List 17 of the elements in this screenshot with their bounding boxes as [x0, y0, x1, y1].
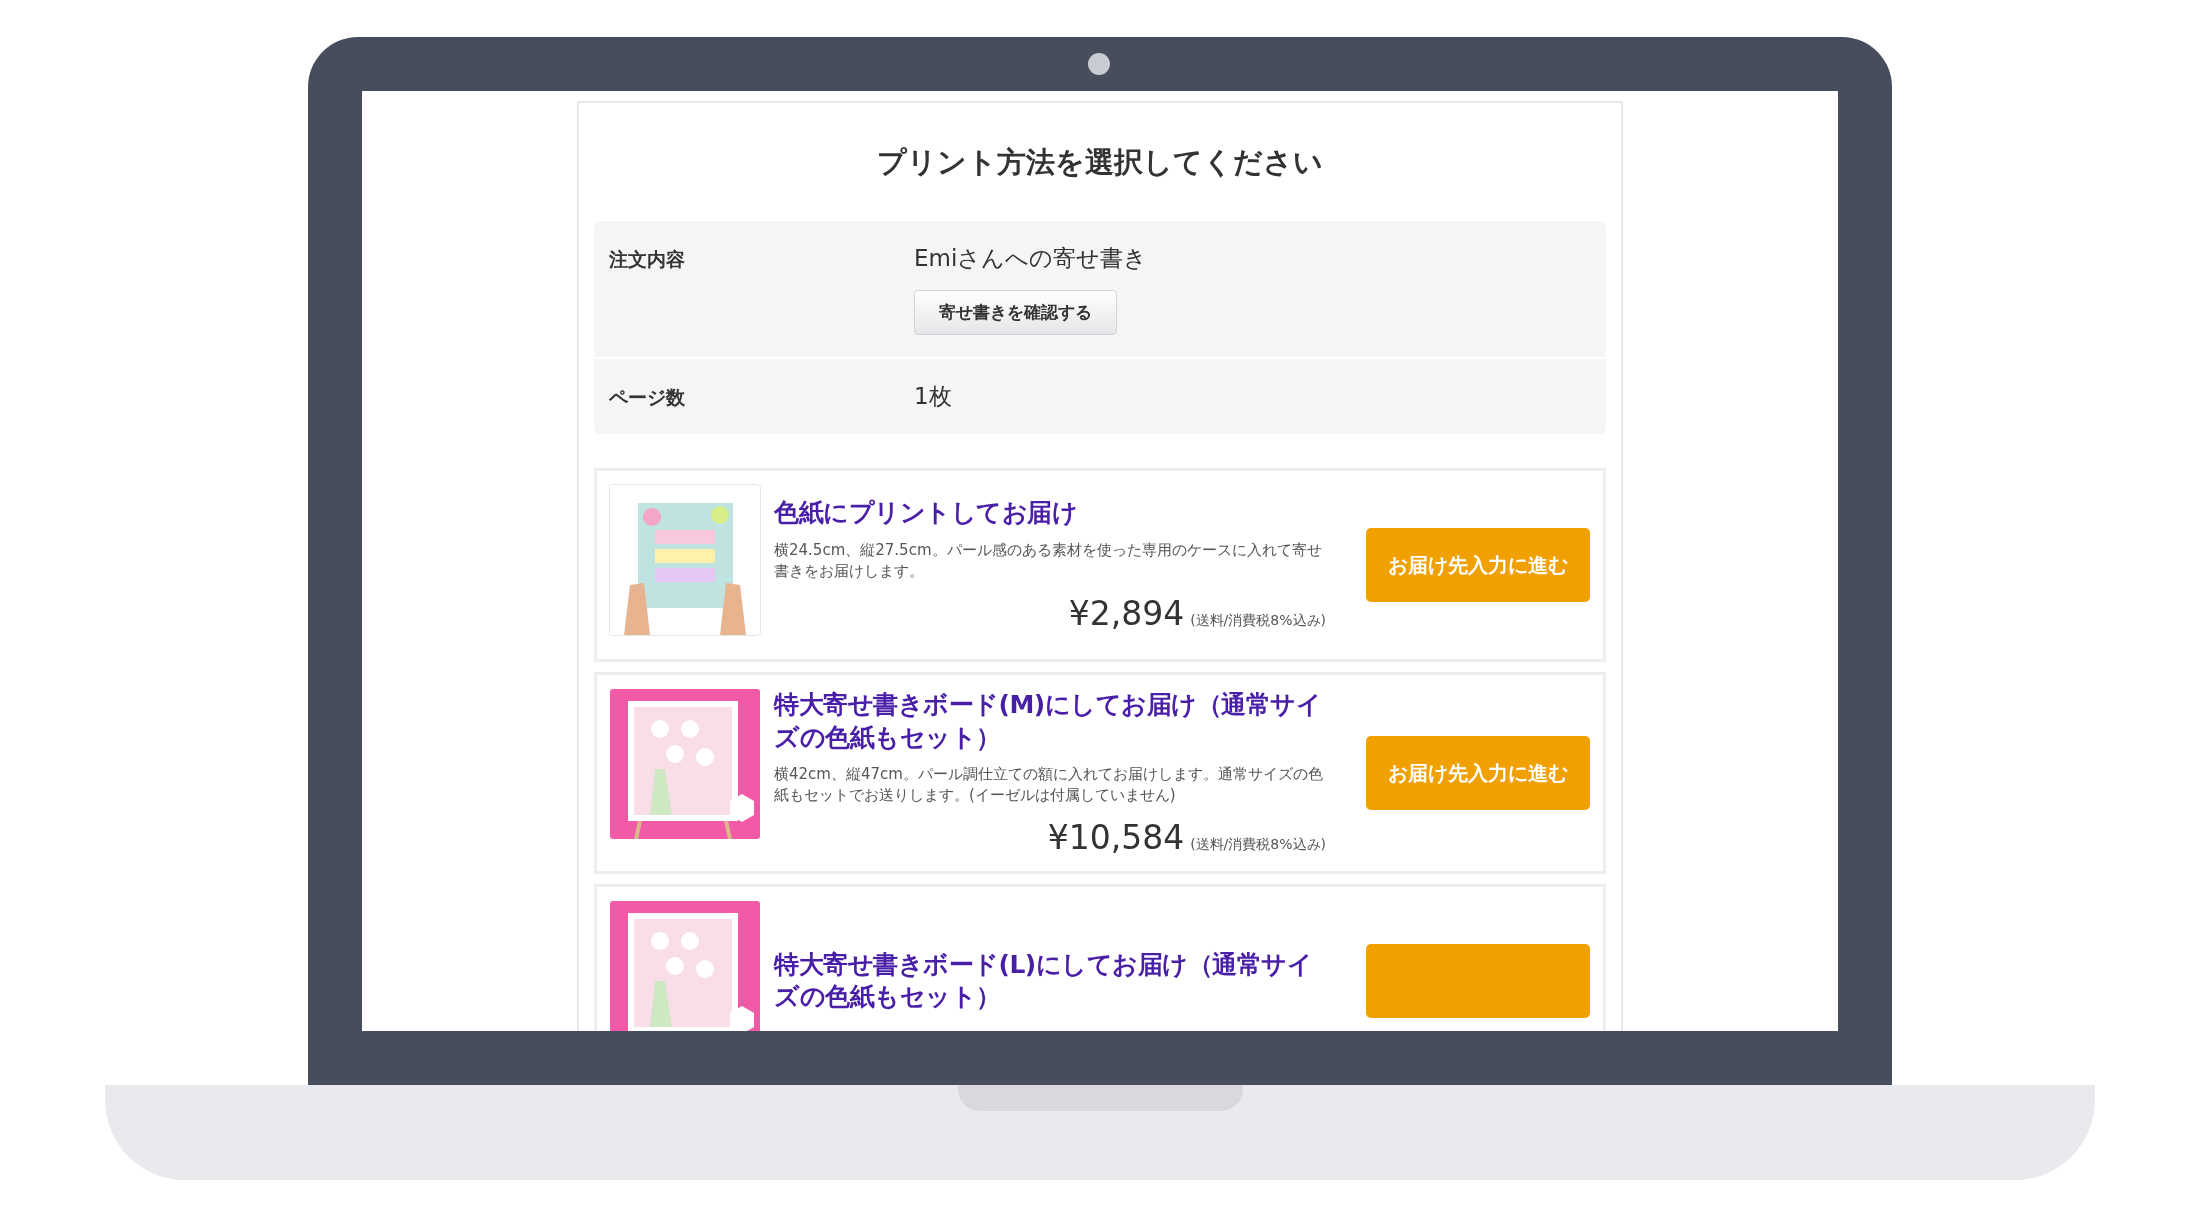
- info-value: Emiさんへの寄せ書き: [914, 244, 1148, 273]
- proceed-button[interactable]: [1366, 944, 1590, 1018]
- option-title[interactable]: 特大寄せ書きボード(L)にしてお届け（通常サイズの色紙もセット）: [774, 948, 1326, 1014]
- price: ¥10,584: [1047, 818, 1185, 857]
- camera-icon: [1088, 53, 1110, 75]
- info-value: 1枚: [914, 382, 952, 411]
- option-title[interactable]: 特大寄せ書きボード(M)にしてお届け（通常サイズの色紙もセット）: [774, 689, 1326, 754]
- info-label: 注文内容: [609, 247, 686, 272]
- confirm-button[interactable]: 寄せ書きを確認する: [914, 290, 1117, 335]
- option-description: 横42cm、縦47cm。パール調仕立ての額に入れてお届けします。通常サイズの色紙もセットでお送りします。(イーゼルは付属していません): [774, 764, 1324, 806]
- info-label: ページ数: [609, 385, 686, 410]
- option-title[interactable]: 色紙にプリントしてお届け: [774, 497, 1326, 530]
- price: ¥2,894: [1068, 593, 1185, 633]
- price-note: (送料/消費税8%込み): [1190, 611, 1326, 630]
- price-note: (送料/消費税8%込み): [1190, 836, 1326, 854]
- option-description: 横24.5cm、縦27.5cm。パール感のある素材を使った専用のケースに入れて寄せ書きをお届けします。: [774, 539, 1323, 582]
- page-title: プリント方法を選択してください: [876, 144, 1324, 181]
